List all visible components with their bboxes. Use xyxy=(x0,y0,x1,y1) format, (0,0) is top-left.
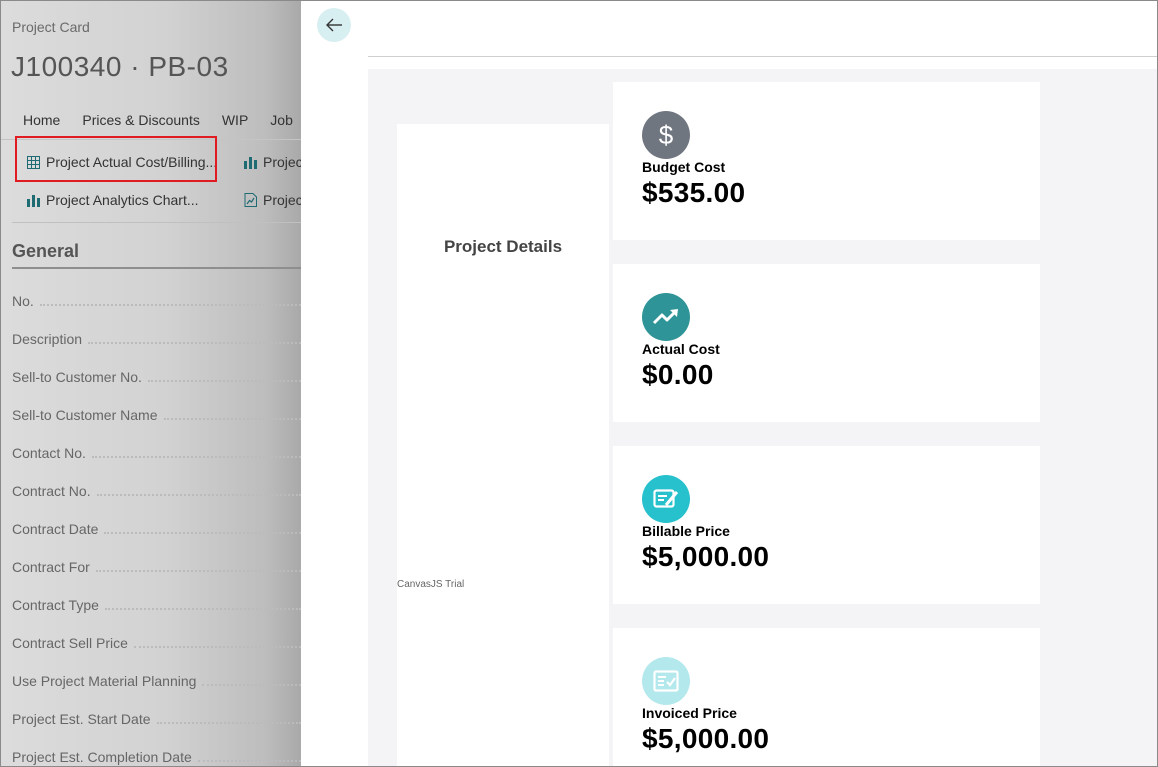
kpi-card-billable-price: Billable Price $5,000.00 xyxy=(613,446,1040,604)
field-label: No. xyxy=(12,293,34,309)
dashboard-content: Project Details CanvasJS Trial $ Budget … xyxy=(368,69,1157,766)
field-label: Sell-to Customer No. xyxy=(12,369,142,385)
field-label: Contact No. xyxy=(12,445,86,461)
kpi-label: Actual Cost xyxy=(642,341,720,357)
field-row-use-project-material-planning: Use Project Material Planning xyxy=(12,673,301,689)
edit-document-icon xyxy=(642,475,690,523)
field-row-contract-date: Contract Date xyxy=(12,521,301,537)
project-details-title: Project Details xyxy=(443,237,563,256)
kpi-label: Budget Cost xyxy=(642,159,726,175)
section-title-general[interactable]: General xyxy=(12,241,79,262)
actions-divider xyxy=(12,222,301,223)
field-row-contract-no: Contract No. xyxy=(12,483,301,499)
highlight-box xyxy=(15,136,217,182)
field-row-contract-sell-price: Contract Sell Price xyxy=(12,635,301,651)
field-label: Contract No. xyxy=(12,483,91,499)
action-label: Project Analytics Chart... xyxy=(46,192,199,208)
kpi-label: Billable Price xyxy=(642,523,730,539)
kpi-value: $5,000.00 xyxy=(642,541,770,572)
project-card-page: Project Card J100340 · PB-03 Home Prices… xyxy=(1,1,301,766)
kpi-card-invoiced-price: Invoiced Price $5,000.00 xyxy=(613,628,1040,766)
action-tabs: Home Prices & Discounts WIP Job xyxy=(23,112,293,128)
screenshot-frame: Project Card J100340 · PB-03 Home Prices… xyxy=(0,0,1158,767)
field-label: Project Est. Start Date xyxy=(12,711,151,727)
check-document-icon xyxy=(642,657,690,705)
page-title: J100340 · PB-03 xyxy=(11,51,229,82)
bar-chart-icon xyxy=(244,156,257,169)
field-row-contract-for: Contract For xyxy=(12,559,301,575)
tab-wip[interactable]: WIP xyxy=(222,112,248,128)
project-report-action[interactable]: Projec xyxy=(244,192,301,208)
field-label: Contract Sell Price xyxy=(12,635,128,651)
panel-header-divider xyxy=(368,56,1157,57)
field-row-sell-to-customer-no: Sell-to Customer No. xyxy=(12,369,301,385)
field-label: Contract For xyxy=(12,559,90,575)
kpi-value: $0.00 xyxy=(642,359,714,390)
kpi-value: $535.00 xyxy=(642,177,746,208)
project-chart-action[interactable]: Projec xyxy=(244,154,301,170)
svg-text:$: $ xyxy=(659,120,674,150)
field-row-no: No. xyxy=(12,293,301,309)
field-row-project-est-start-date: Project Est. Start Date xyxy=(12,711,301,727)
field-label: Sell-to Customer Name xyxy=(12,407,158,423)
field-row-project-est-completion-date: Project Est. Completion Date xyxy=(12,749,301,765)
kpi-label: Invoiced Price xyxy=(642,705,737,721)
trend-up-icon xyxy=(642,293,690,341)
action-label: Projec xyxy=(263,154,301,170)
field-label: Description xyxy=(12,331,83,347)
tab-prices-discounts[interactable]: Prices & Discounts xyxy=(82,112,199,128)
tab-job[interactable]: Job xyxy=(270,112,293,128)
field-label: Contract Type xyxy=(12,597,99,613)
page-caption: Project Card xyxy=(12,19,90,35)
action-label: Projec xyxy=(263,192,301,208)
field-label: Contract Date xyxy=(12,521,99,537)
field-row-sell-to-customer-name: Sell-to Customer Name xyxy=(12,407,301,423)
field-row-contract-type: Contract Type xyxy=(12,597,301,613)
billing-overview-panel: Project Details CanvasJS Trial $ Budget … xyxy=(301,1,1157,766)
arrow-left-icon xyxy=(326,18,342,32)
tab-home[interactable]: Home xyxy=(23,112,60,128)
field-row-description: Description xyxy=(12,331,301,347)
dollar-icon: $ xyxy=(642,111,690,159)
bar-chart-icon xyxy=(27,194,40,207)
kpi-value: $5,000.00 xyxy=(642,723,770,754)
field-row-contact-no: Contact No. xyxy=(12,445,301,461)
canvasjs-trial-label: CanvasJS Trial xyxy=(397,579,465,590)
project-analytics-chart-action[interactable]: Project Analytics Chart... xyxy=(27,192,199,208)
field-label: Use Project Material Planning xyxy=(12,673,197,689)
section-underline xyxy=(12,267,301,269)
project-details-chart-card: Project Details CanvasJS Trial xyxy=(397,124,609,766)
field-label: Project Est. Completion Date xyxy=(12,749,192,765)
line-report-icon xyxy=(244,193,257,207)
kpi-card-actual-cost: Actual Cost $0.00 xyxy=(613,264,1040,422)
back-button[interactable] xyxy=(317,8,351,42)
kpi-card-budget-cost: $ Budget Cost $535.00 xyxy=(613,82,1040,240)
